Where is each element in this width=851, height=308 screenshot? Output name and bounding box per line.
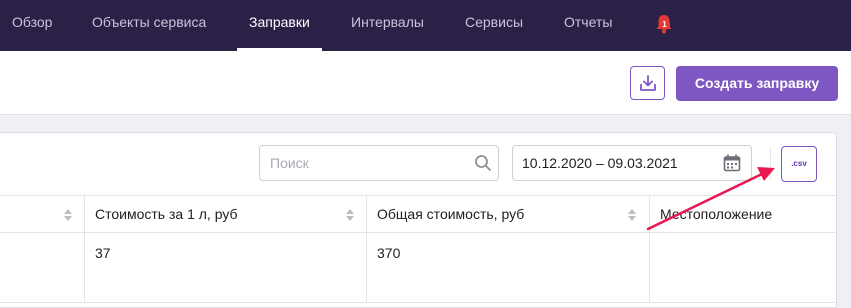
column-header-price-per-liter[interactable]: Стоимость за 1 л, руб: [95, 196, 238, 233]
download-button[interactable]: [630, 66, 665, 100]
sort-icon[interactable]: [63, 208, 73, 222]
date-range-value: 10.12.2020 – 09.03.2021: [522, 155, 678, 171]
sort-icon[interactable]: [627, 208, 637, 222]
refuelings-table-card: 10.12.2020 – 09.03.2021 .csv Стоимость з…: [0, 132, 837, 308]
nav-item-reports[interactable]: Отчеты: [564, 0, 612, 51]
create-refueling-button[interactable]: Создать заправку: [676, 66, 838, 101]
cell-price-per-liter: 37: [95, 245, 111, 261]
export-csv-button[interactable]: .csv: [781, 146, 817, 182]
nav-item-intervals[interactable]: Интервалы: [351, 0, 424, 51]
nav-item-overview[interactable]: Обзор: [12, 0, 52, 51]
column-divider: [649, 195, 650, 303]
nav-item-service-objects[interactable]: Объекты сервиса: [92, 0, 206, 51]
notifications-bell[interactable]: 1: [654, 13, 674, 35]
download-icon: [640, 75, 656, 91]
page-toolbar: Создать заправку: [0, 51, 851, 115]
column-divider: [366, 195, 367, 303]
nav-item-refuelings[interactable]: Заправки: [237, 0, 322, 51]
column-divider: [84, 195, 85, 303]
cell-total-cost: 370: [377, 245, 401, 261]
sort-icon[interactable]: [345, 208, 355, 222]
nav-item-services[interactable]: Сервисы: [465, 0, 523, 51]
search-field[interactable]: [259, 145, 499, 181]
table-header: Стоимость за 1 л, руб Общая стоимость, р…: [0, 195, 837, 233]
column-header-location[interactable]: Местоположение: [660, 196, 772, 233]
table-row[interactable]: 37 370: [0, 233, 837, 303]
column-header-total-cost[interactable]: Общая стоимость, руб: [377, 196, 524, 233]
calendar-icon[interactable]: [723, 154, 741, 172]
top-navigation: Обзор Объекты сервиса Заправки Интервалы…: [0, 0, 851, 51]
toolbar-divider: [770, 147, 771, 179]
search-input[interactable]: [270, 146, 470, 180]
notification-count-badge: 1: [659, 19, 670, 30]
search-icon[interactable]: [474, 154, 492, 172]
date-range-picker[interactable]: 10.12.2020 – 09.03.2021: [512, 145, 752, 181]
